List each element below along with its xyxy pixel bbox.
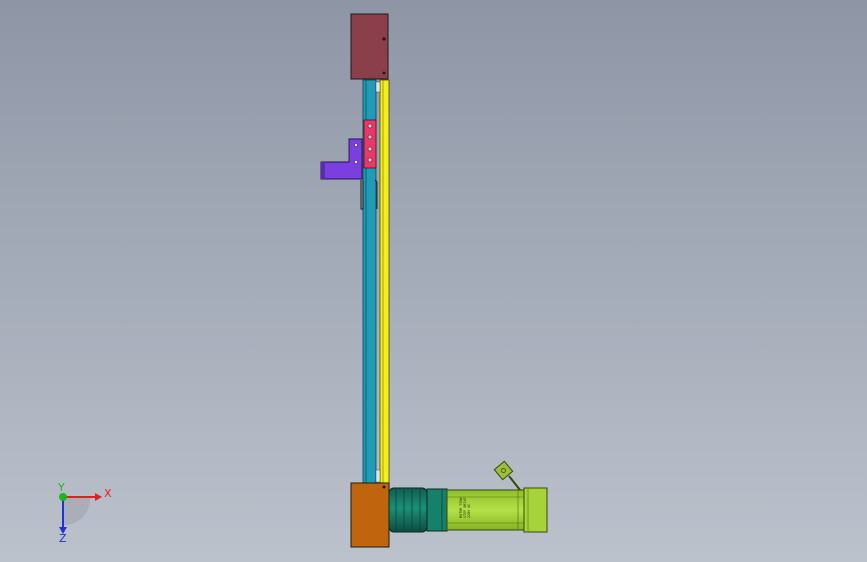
bracket-hole-1 xyxy=(354,143,358,147)
top-end-cap[interactable] xyxy=(350,13,389,80)
motor-end-cap[interactable] xyxy=(523,487,548,533)
cad-viewport[interactable]: MOTOR 750W STEP DRIVE 220V AC X Y Z xyxy=(0,0,867,562)
x-axis-label: X xyxy=(104,487,112,500)
rail-gap-strip-top xyxy=(375,81,381,93)
bracket-shade xyxy=(321,162,325,179)
rail-guide-yellow[interactable] xyxy=(379,79,390,485)
slider-screw-3 xyxy=(367,146,373,152)
coupling-housing[interactable] xyxy=(388,487,428,533)
motor-flange[interactable] xyxy=(426,488,448,532)
rail-gap-strip-bottom xyxy=(375,469,381,483)
top-cap-screw xyxy=(382,37,386,41)
bracket-hole-2 xyxy=(354,160,358,164)
slider-screw-4 xyxy=(367,157,373,163)
y-axis-label: Y xyxy=(57,481,65,494)
top-cap-screw-lower xyxy=(382,71,386,75)
viewport-background xyxy=(0,0,867,562)
bottom-cap-screw xyxy=(382,485,386,489)
slider-screw-1 xyxy=(367,123,373,129)
z-axis-label: Z xyxy=(59,532,67,545)
y-axis-dot xyxy=(59,493,67,501)
slider-screw-2 xyxy=(367,134,373,140)
bottom-end-cap[interactable] xyxy=(350,482,390,548)
motor-label-line-3: 220V AC xyxy=(467,504,471,518)
